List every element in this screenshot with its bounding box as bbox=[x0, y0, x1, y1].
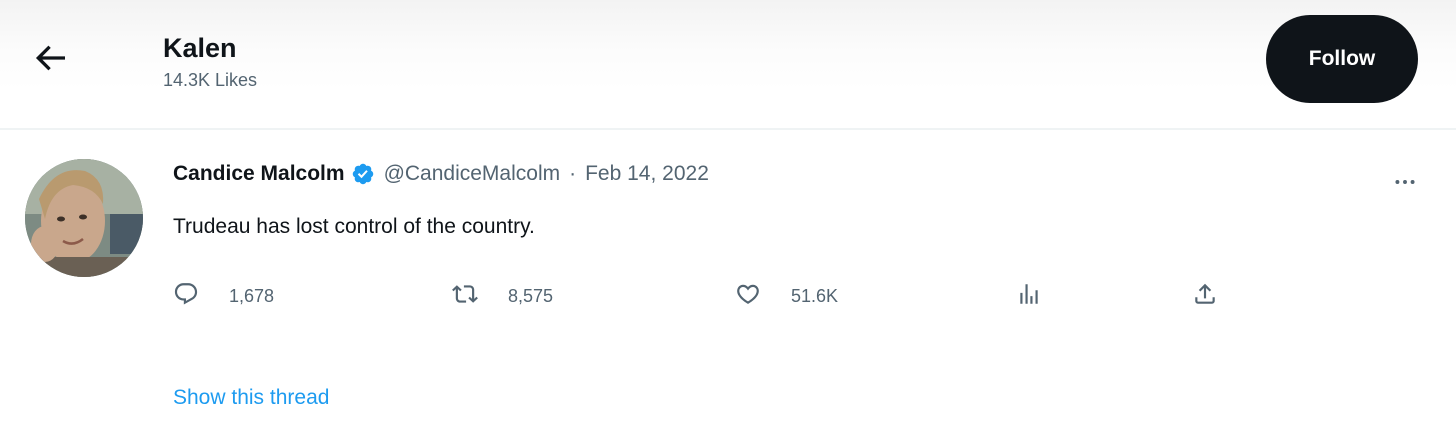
retweet-button[interactable]: 8,575 bbox=[452, 280, 553, 312]
reply-count: 1,678 bbox=[229, 285, 275, 306]
author-name[interactable]: Candice Malcolm bbox=[173, 162, 345, 186]
tweet-text: Trudeau has lost control of the country. bbox=[173, 215, 535, 238]
tweet-date[interactable]: Feb 14, 2022 bbox=[585, 162, 709, 186]
more-options-button[interactable] bbox=[1384, 168, 1426, 200]
retweet-count: 8,575 bbox=[508, 285, 554, 306]
views-button[interactable] bbox=[1016, 280, 1042, 312]
show-thread-link[interactable]: Show this thread bbox=[173, 384, 329, 412]
reply-icon bbox=[173, 281, 199, 312]
share-icon bbox=[1192, 281, 1218, 312]
retweet-icon bbox=[452, 281, 478, 312]
profile-header: Kalen 14.3K Likes Follow bbox=[0, 0, 1456, 130]
more-options-icon bbox=[1392, 169, 1418, 200]
reply-button[interactable]: 1,678 bbox=[173, 280, 274, 312]
profile-likes-page: Kalen 14.3K Likes Follow Candice Malcolm bbox=[0, 0, 1456, 438]
like-count: 51.6K bbox=[791, 285, 839, 306]
separator-dot: · bbox=[569, 162, 577, 185]
verified-badge-icon bbox=[351, 162, 375, 186]
author-handle[interactable]: @CandiceMalcolm bbox=[384, 162, 561, 186]
likes-count: 14.3K Likes bbox=[163, 70, 258, 90]
arrow-left-icon bbox=[30, 38, 70, 83]
share-button[interactable] bbox=[1192, 280, 1218, 312]
back-button[interactable] bbox=[20, 30, 80, 90]
like-button[interactable]: 51.6K bbox=[735, 280, 838, 312]
avatar[interactable] bbox=[25, 159, 143, 277]
follow-button[interactable]: Follow bbox=[1266, 15, 1418, 103]
analytics-icon bbox=[1016, 281, 1042, 312]
heart-icon bbox=[735, 281, 761, 312]
tweet-header: Candice Malcolm @CandiceMalcolm · Feb 14… bbox=[173, 158, 709, 190]
page-title: Kalen bbox=[163, 33, 237, 63]
